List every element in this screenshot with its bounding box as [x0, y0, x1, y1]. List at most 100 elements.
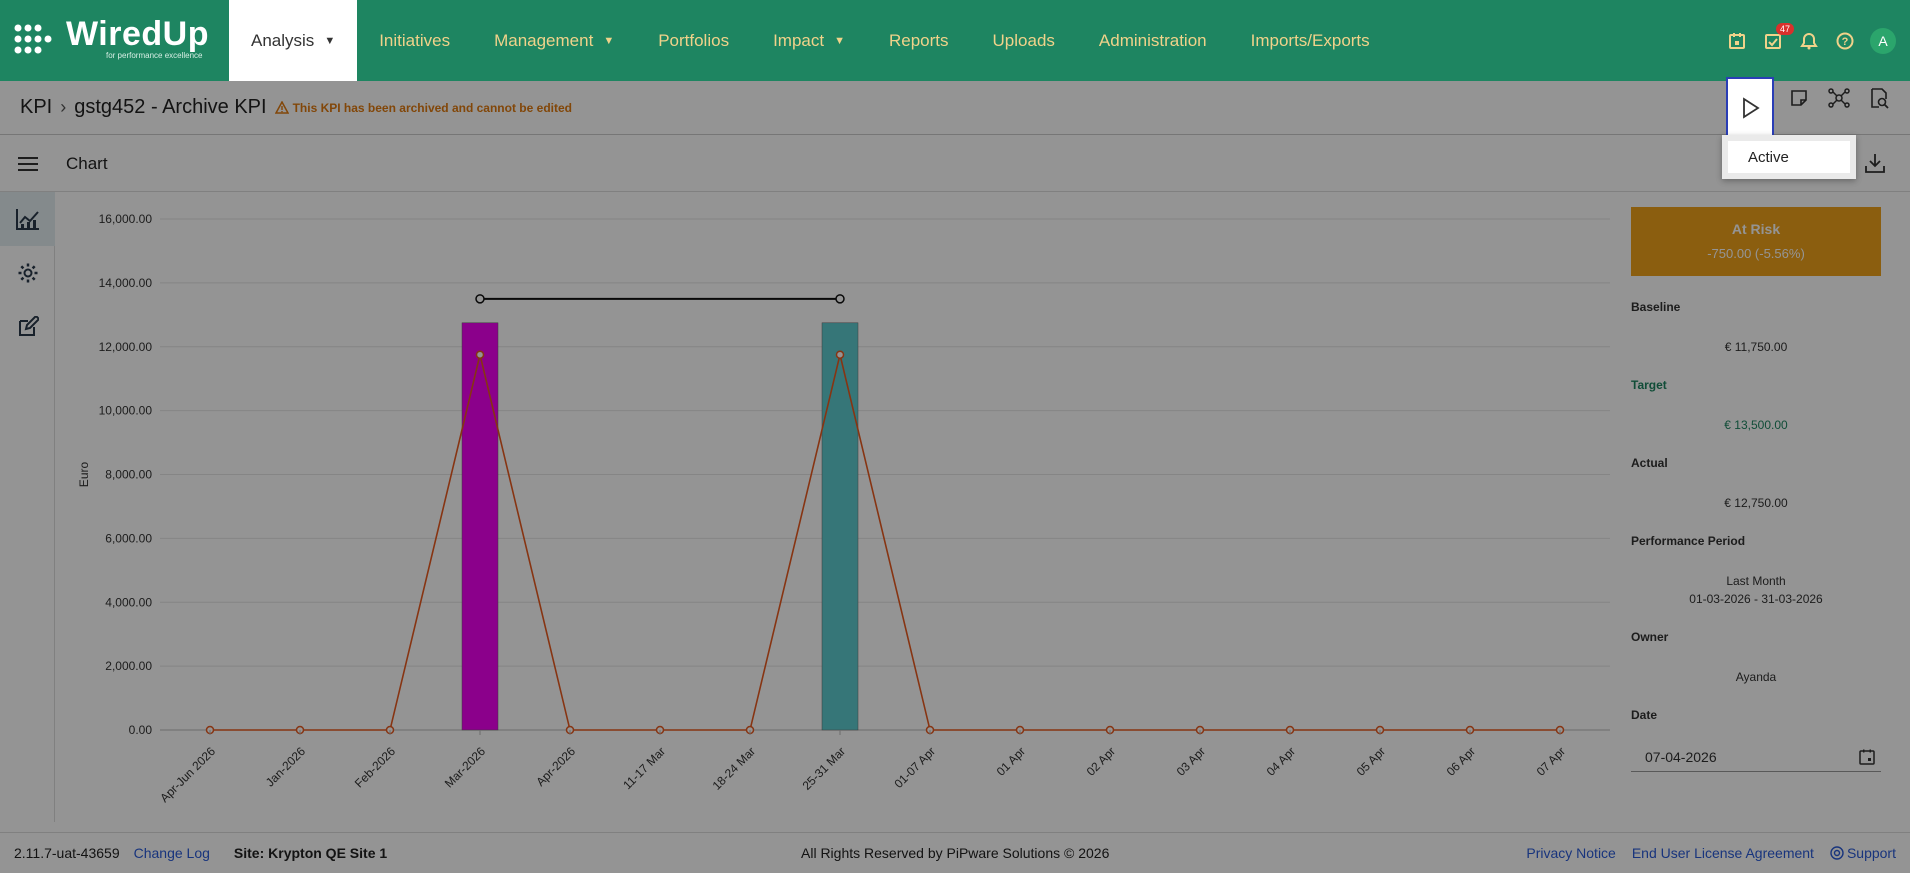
- nav-item-imports-exports[interactable]: Imports/Exports: [1229, 0, 1392, 81]
- y-tick-label: 10,000.00: [99, 404, 153, 418]
- changelog-link[interactable]: Change Log: [134, 845, 210, 861]
- nav-item-portfolios[interactable]: Portfolios: [636, 0, 751, 81]
- menu-icon[interactable]: [18, 156, 38, 172]
- page-title: gstg452 - Archive KPI: [74, 96, 267, 118]
- nav-item-analysis[interactable]: Analysis ▼: [229, 0, 358, 81]
- nav-item-initiatives[interactable]: Initiatives: [357, 0, 472, 81]
- line-point: [475, 350, 485, 359]
- help-icon[interactable]: ?: [1834, 30, 1856, 52]
- nav-item-impact[interactable]: Impact ▼: [751, 0, 867, 81]
- x-tick-label: 01 Apr: [994, 744, 1028, 778]
- left-sidebar: [0, 192, 55, 822]
- calendar-icon[interactable]: [1726, 30, 1748, 52]
- preview-icon[interactable]: [1866, 85, 1892, 111]
- y-tick-label: 4,000.00: [105, 595, 152, 609]
- status-badge: At Risk -750.00 (-5.56%): [1631, 207, 1881, 276]
- y-tick-label: 16,000.00: [99, 212, 153, 226]
- wiredup-logo[interactable]: WiredUp for performance excellence: [0, 0, 229, 81]
- x-tick-label: 25-31 Mar: [800, 744, 849, 793]
- status-option-active[interactable]: Active: [1748, 149, 1789, 166]
- y-tick-label: 6,000.00: [105, 531, 152, 545]
- x-tick-label: 04 Apr: [1264, 744, 1298, 778]
- tasks-icon[interactable]: 47: [1762, 22, 1794, 52]
- x-tick-label: Feb-2026: [352, 744, 398, 790]
- x-tick-label: 11-17 Mar: [620, 744, 668, 792]
- y-tick-label: 2,000.00: [105, 659, 152, 673]
- nav-item-label: Reports: [889, 30, 949, 50]
- svg-text:?: ?: [1842, 36, 1849, 48]
- nav-item-label: Impact: [773, 30, 825, 50]
- x-tick-label: 05 Apr: [1354, 744, 1388, 778]
- nav-item-management[interactable]: Management ▼: [472, 0, 636, 81]
- actual-value: € 12,750.00: [1724, 496, 1788, 510]
- nav-item-uploads[interactable]: Uploads: [971, 0, 1077, 81]
- caret-down-icon: ▼: [834, 34, 845, 47]
- copyright: All Rights Reserved by PiPware Solutions…: [801, 845, 1110, 861]
- status-play-button[interactable]: [1726, 77, 1774, 139]
- version: 2.11.7-uat-43659: [14, 845, 120, 861]
- status-dropdown: Active: [1722, 135, 1856, 179]
- kpi-chart: 16,000.00 14,000.00 12,000.00 10,000.00 8,00…: [77, 212, 1610, 805]
- gear-icon: [18, 263, 37, 283]
- site-label: Site: Krypton QE Site 1: [233, 845, 388, 861]
- x-tick-label: 03 Apr: [1174, 744, 1208, 778]
- archived-warning: This KPI has been archived and cannot be…: [274, 101, 572, 115]
- tasks-badge: 47: [1775, 22, 1794, 35]
- owner-label: Owner: [1631, 630, 1669, 644]
- y-tick-label: 0.00: [129, 723, 153, 737]
- breadcrumb: KPI › gstg452 - Archive KPI This KPI has…: [0, 81, 1910, 135]
- edit-icon: [18, 316, 39, 336]
- performance-period-label: Performance Period: [1631, 534, 1746, 548]
- support-icon: [1830, 846, 1844, 860]
- sidebar-item-edit[interactable]: [0, 300, 55, 354]
- kpi-summary-panel: At Risk -750.00 (-5.56%) Baseline € 11,7…: [1631, 207, 1881, 772]
- nav-item-label: Management: [494, 30, 594, 50]
- target-label: Target: [1631, 378, 1667, 392]
- privacy-link[interactable]: Privacy Notice: [1526, 845, 1615, 861]
- network-icon[interactable]: [1826, 85, 1852, 111]
- date-field[interactable]: 07-04-2026: [1631, 742, 1881, 772]
- nav-item-label: Portfolios: [658, 30, 730, 50]
- bar-mar-2026: [461, 322, 499, 731]
- avatar[interactable]: A: [1870, 27, 1896, 54]
- note-icon[interactable]: [1786, 85, 1812, 111]
- sidebar-item-chart[interactable]: [0, 192, 55, 246]
- date-label: Date: [1631, 708, 1658, 722]
- line-point: [835, 350, 845, 359]
- period-name: Last Month: [1726, 574, 1786, 588]
- breadcrumb-root[interactable]: KPI: [20, 96, 52, 119]
- sidebar-item-settings[interactable]: [0, 246, 55, 300]
- x-tick-label: 02 Apr: [1084, 744, 1118, 778]
- x-tick-label: Apr-Jun 2026: [157, 744, 218, 805]
- download-icon[interactable]: [1864, 152, 1886, 174]
- target-value: € 13,500.00: [1724, 418, 1788, 432]
- x-tick-label: Apr-2026: [533, 744, 578, 789]
- y-tick-label: 14,000.00: [99, 276, 153, 290]
- period-range: 01-03-2026 - 31-03-2026: [1689, 592, 1823, 606]
- line-chart-icon: [15, 209, 39, 230]
- y-tick-label: 12,000.00: [99, 340, 153, 354]
- variance-value: -750.00 (-5.56%): [1707, 246, 1805, 261]
- nav-item-reports[interactable]: Reports: [867, 0, 971, 81]
- footer: 2.11.7-uat-43659 Change Log Site: Krypto…: [0, 832, 1910, 873]
- eula-link[interactable]: End User License Agreement: [1632, 845, 1814, 861]
- caret-down-icon: ▼: [324, 34, 336, 47]
- caret-down-icon: ▼: [603, 34, 615, 47]
- support-link[interactable]: Support: [1830, 845, 1896, 861]
- x-tick-label: 07 Apr: [1534, 744, 1568, 778]
- top-navbar: WiredUp for performance excellence Analy…: [0, 0, 1910, 81]
- baseline-label: Baseline: [1631, 300, 1681, 314]
- nav-item-label: Analysis: [251, 30, 315, 50]
- warning-icon: [274, 101, 289, 114]
- x-tick-label: 06 Apr: [1444, 744, 1478, 778]
- bell-icon[interactable]: [1798, 30, 1820, 52]
- calendar-icon[interactable]: [1859, 749, 1875, 765]
- x-tick-label: 01-07 Apr: [891, 744, 938, 791]
- nav-item-administration[interactable]: Administration: [1077, 0, 1229, 81]
- status-label: At Risk: [1731, 221, 1781, 237]
- date-value: 07-04-2026: [1645, 748, 1717, 765]
- section-title: Chart: [66, 153, 108, 173]
- support-label: Support: [1846, 845, 1896, 861]
- nav-item-label: Imports/Exports: [1250, 30, 1370, 50]
- brand-tagline: for performance excellence: [106, 51, 203, 60]
